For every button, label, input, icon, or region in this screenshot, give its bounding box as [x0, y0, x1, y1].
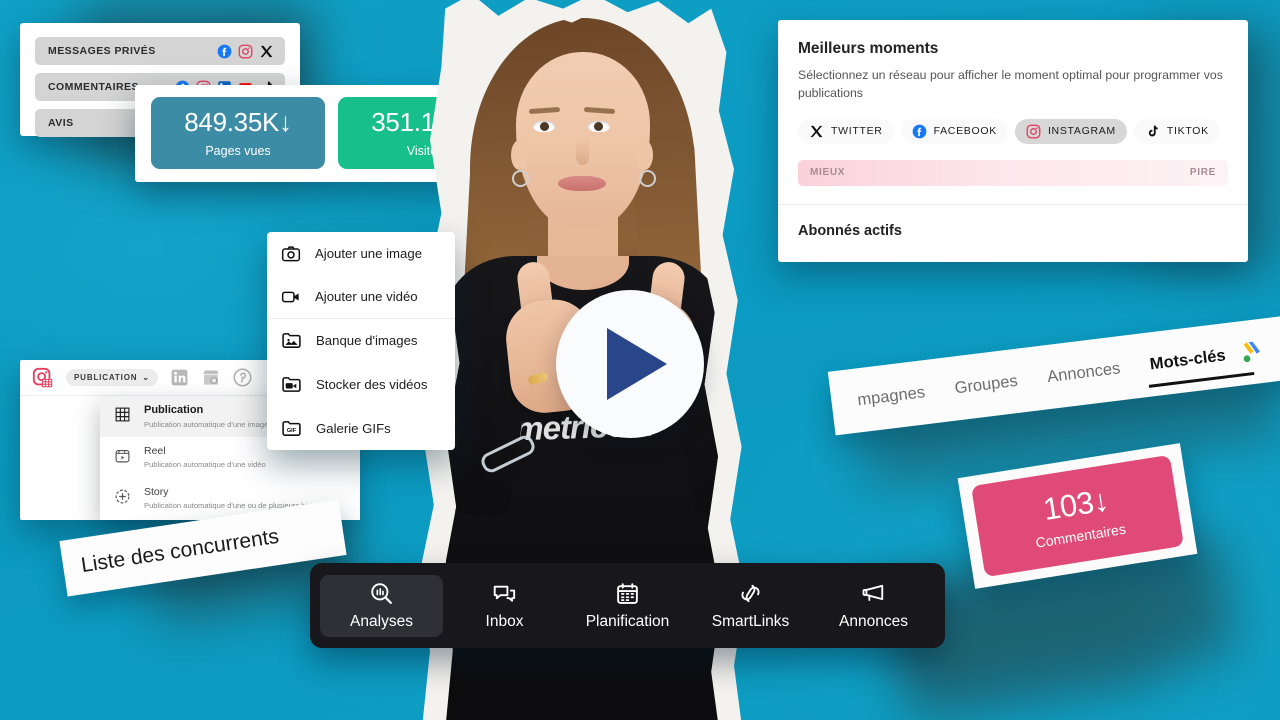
grid-icon — [115, 407, 130, 422]
earring-right — [639, 170, 656, 187]
nav-label: Inbox — [485, 612, 524, 630]
media-menu-label: Ajouter une image — [315, 246, 423, 262]
comments-metric-inner: 103↓ Commentaires — [971, 454, 1184, 578]
card-title: Meilleurs moments — [798, 40, 939, 57]
nose — [576, 139, 589, 165]
linkedin-icon[interactable] — [170, 368, 189, 387]
media-menu-item-add-image[interactable]: Ajouter une image — [267, 232, 455, 276]
play-triangle — [607, 328, 667, 400]
media-menu-label: Banque d'images — [316, 333, 418, 349]
chevron-down-icon: ⌄ — [142, 373, 150, 382]
nav-item-planification[interactable]: Planification — [566, 575, 689, 637]
option-description: Publication automatique d'une vidéo — [144, 460, 266, 470]
media-menu-item-add-video[interactable]: Ajouter une vidéo — [267, 276, 455, 320]
card-divider — [778, 203, 1248, 205]
nav-item-inbox[interactable]: Inbox — [443, 575, 566, 637]
network-chip-label: FACEBOOK — [933, 125, 997, 138]
x-icon — [810, 125, 823, 137]
x-icon — [260, 45, 273, 57]
play-button-icon[interactable] — [556, 290, 704, 438]
publication-type-chip[interactable]: PUBLICATION ⌄ — [66, 369, 158, 386]
channel-icons — [217, 44, 274, 59]
chat-bubbles-icon — [493, 585, 516, 602]
network-chip-label: INSTAGRAM — [1047, 125, 1116, 138]
facebook-icon — [912, 124, 926, 139]
nav-item-smartlinks[interactable]: SmartLinks — [689, 575, 812, 637]
stat-pages-vues[interactable]: 849.35K↓ Pages vues — [151, 97, 325, 169]
media-menu-item-video-bank[interactable]: Stocker des vidéos — [267, 363, 455, 407]
stat-value: 849.35K↓ — [184, 106, 292, 137]
reel-icon — [115, 449, 130, 463]
nav-label: Analyses — [350, 612, 413, 630]
google-ads-icon — [1243, 341, 1260, 363]
ear-right — [636, 140, 653, 170]
option-title: Story — [144, 486, 169, 498]
tab-campagnes[interactable]: mpagnes — [856, 383, 926, 410]
media-menu-label: Stocker des vidéos — [316, 377, 428, 393]
nav-label: Annonces — [839, 612, 908, 630]
instagram-icon — [238, 44, 253, 58]
tab-mots-cles[interactable]: Mots-clés — [1149, 346, 1227, 374]
video-thumbnail-canvas: MESSAGES PRIVÉS COMMENTAIRES AVIS 849.35… — [0, 0, 1280, 720]
stat-label: Pages vues — [205, 143, 271, 158]
media-menu-item-gif-gallery[interactable]: GIF Galerie GIFs — [267, 406, 455, 450]
best-moments-card: Meilleurs moments Sélectionnez un réseau… — [778, 20, 1248, 262]
network-chip-twitter[interactable]: TWITTER — [798, 118, 894, 144]
pupil-right — [594, 122, 603, 131]
scale-label-worst: PIRE — [1189, 167, 1216, 179]
megaphone-icon — [862, 584, 884, 601]
calendar-icon — [617, 582, 638, 604]
camera-icon — [281, 246, 301, 262]
nav-label: SmartLinks — [711, 612, 790, 630]
comments-number: 103 — [1040, 484, 1096, 527]
video-camera-icon — [281, 291, 299, 303]
image-folder-icon — [282, 333, 301, 349]
channel-row-messages[interactable]: MESSAGES PRIVÉS — [35, 37, 285, 65]
bottom-navigation-bar: Analyses Inbox Planification SmartLinks … — [310, 563, 945, 648]
ear-left — [511, 140, 528, 170]
network-chip-label: TWITTER — [831, 125, 883, 138]
comments-value: 103↓ — [1040, 482, 1111, 527]
pinterest-icon[interactable] — [233, 368, 252, 387]
network-chip-instagram[interactable]: INSTAGRAM — [1014, 118, 1127, 144]
trend-arrow-icon: ↓ — [279, 106, 292, 137]
stat-number: 849.35K — [184, 106, 280, 137]
analytics-search-icon — [371, 582, 392, 604]
card-description: Sélectionnez un réseau pour afficher le … — [798, 68, 1223, 100]
media-attachment-menu: Ajouter une image Ajouter une vidéo Banq… — [267, 232, 455, 450]
link-chain-icon — [741, 584, 760, 602]
tab-groupes[interactable]: Groupes — [954, 371, 1019, 398]
media-menu-label: Galerie GIFs — [316, 420, 391, 436]
nav-item-analyses[interactable]: Analyses — [320, 574, 443, 637]
network-chip-facebook[interactable]: FACEBOOK — [900, 118, 1008, 144]
active-followers-title: Abonnés actifs — [798, 222, 902, 239]
instagram-icon — [1026, 124, 1041, 139]
chip-label: PUBLICATION — [74, 373, 138, 382]
facebook-icon — [217, 44, 232, 58]
nav-label: Planification — [585, 612, 670, 630]
svg-text:GIF: GIF — [287, 428, 297, 434]
tab-annonces[interactable]: Annonces — [1046, 359, 1121, 387]
earring-left — [512, 170, 529, 187]
mouth — [558, 176, 606, 191]
composer-network-bar: PUBLICATION ⌄ — [20, 360, 308, 396]
scale-label-best: MIEUX — [810, 167, 846, 179]
gif-folder-icon: GIF — [282, 420, 301, 436]
media-menu-label: Ajouter une vidéo — [315, 289, 418, 305]
video-folder-icon — [282, 377, 301, 393]
network-chip-label: TIKTOK — [1166, 125, 1209, 138]
network-chip-tiktok[interactable]: TIKTOK — [1133, 118, 1220, 144]
instagram-grid-icon[interactable] — [32, 367, 54, 389]
pupil-left — [540, 122, 549, 131]
media-menu-item-image-bank[interactable]: Banque d'images — [267, 319, 455, 363]
network-filter-row: TWITTER FACEBOOK INSTAGRAM TIKTOK — [798, 118, 1248, 144]
option-title: Reel — [144, 445, 166, 457]
story-icon — [115, 489, 130, 504]
nav-item-annonces[interactable]: Annonces — [812, 575, 935, 637]
channel-label: MESSAGES PRIVÉS — [48, 45, 156, 57]
best-worst-scale: MIEUX PIRE — [798, 159, 1228, 186]
google-business-icon[interactable] — [201, 368, 221, 388]
tiktok-icon — [1148, 125, 1158, 137]
